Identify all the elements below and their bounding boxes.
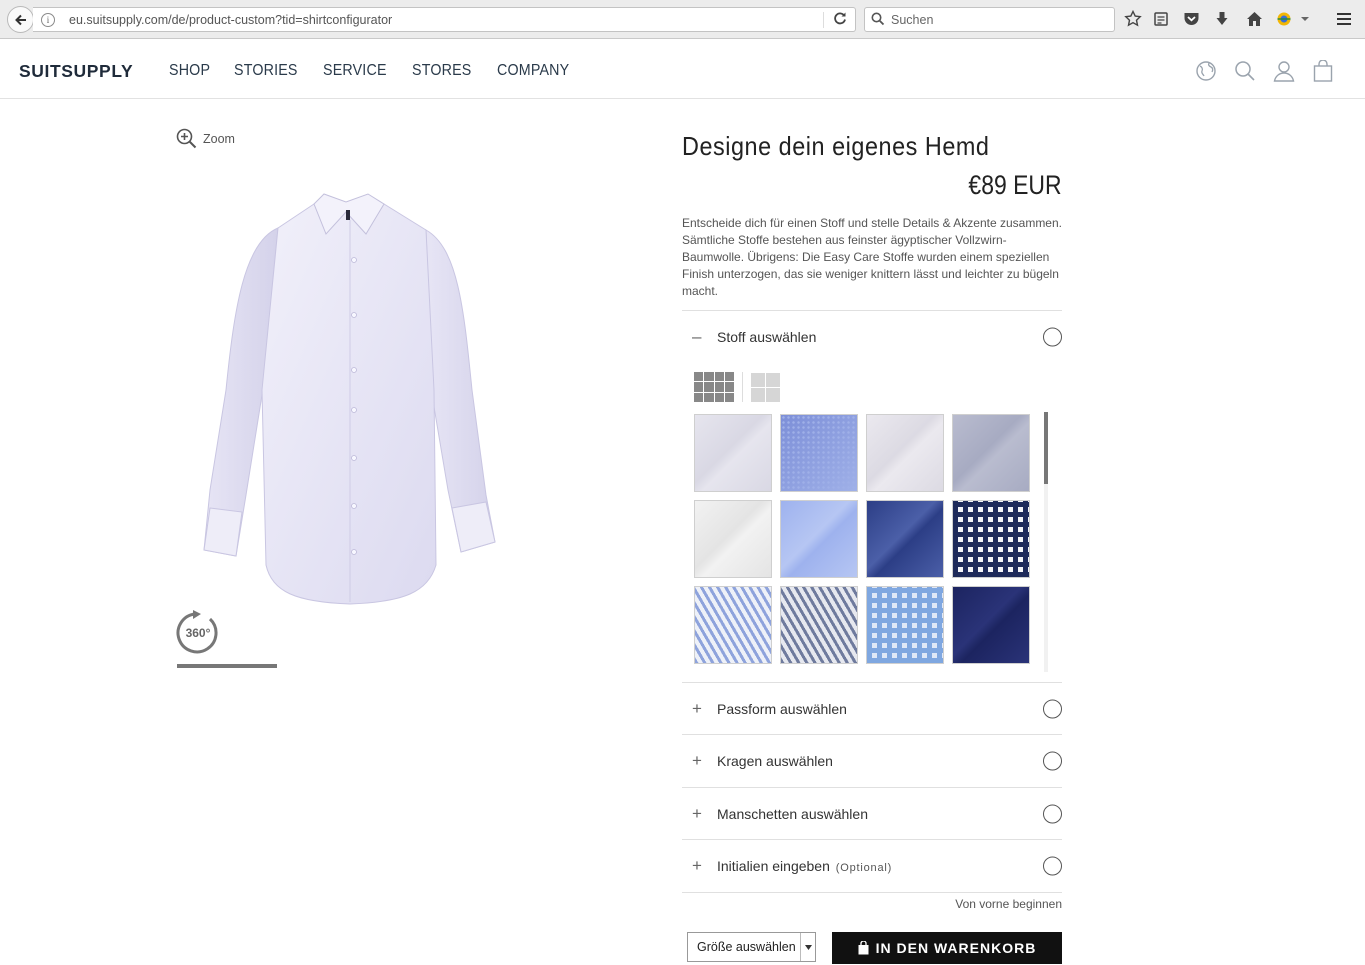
collapse-icon: – [692, 327, 702, 346]
product-price: €89 EUR [968, 170, 1062, 200]
fabric-swatch-white-lilac-twill[interactable] [866, 414, 944, 492]
fabric-swatch-light-blue-linen[interactable] [780, 500, 858, 578]
size-select-value: Größe auswählen [697, 940, 796, 954]
fabric-swatch-blue-dot[interactable] [780, 414, 858, 492]
accordion-cuffs[interactable]: + Manschetten auswählen [682, 788, 1062, 840]
accordion-label: Stoff auswählen [717, 329, 817, 345]
info-icon[interactable]: i [41, 13, 55, 27]
user-account-icon[interactable] [1273, 60, 1295, 82]
browser-search-input[interactable]: Suchen [864, 7, 1115, 32]
nav-item-shop[interactable]: SHOP [169, 62, 210, 80]
accordion-label: Passform auswählen [717, 701, 847, 717]
divider [682, 892, 1062, 893]
fabric-swatch-light-blue-check[interactable] [866, 586, 944, 664]
fabric-swatch-white-linen[interactable] [694, 500, 772, 578]
fabric-swatch-navy-melange[interactable] [866, 500, 944, 578]
search-icon[interactable] [1234, 60, 1256, 82]
add-to-cart-label: IN DEN WARENKORB [875, 940, 1037, 956]
fabric-swatch-lavender-grey[interactable] [952, 414, 1030, 492]
nav-item-company[interactable]: COMPANY [497, 62, 569, 80]
status-circle [1043, 699, 1062, 719]
scrollbar-thumb[interactable] [1044, 412, 1048, 484]
zoom-in-icon [176, 128, 197, 149]
status-circle [1043, 856, 1062, 876]
fabric-swatch-blue-stripe[interactable] [694, 586, 772, 664]
chevron-down-icon[interactable] [1298, 9, 1312, 29]
fabric-swatch-navy-gingham[interactable] [952, 500, 1030, 578]
extension-icon[interactable] [1274, 9, 1294, 29]
status-circle [1043, 804, 1062, 824]
chevron-down-icon [800, 933, 815, 961]
rotation-slider[interactable] [177, 664, 277, 668]
hamburger-menu-icon[interactable] [1334, 9, 1354, 29]
expand-icon: + [692, 856, 702, 875]
expand-icon: + [692, 699, 702, 718]
rotate-360-button[interactable]: 360° [175, 610, 221, 656]
nav-item-stores[interactable]: STORES [412, 62, 471, 80]
expand-icon: + [692, 751, 702, 770]
globe-icon[interactable] [1195, 60, 1217, 82]
accordion-fit[interactable]: + Passform auswählen [682, 683, 1062, 735]
accordion-initials[interactable]: + Initialien eingeben (Optional) [682, 840, 1062, 892]
status-circle [1043, 751, 1062, 771]
reload-icon[interactable] [833, 11, 847, 29]
divider [742, 372, 743, 402]
add-to-cart-button[interactable]: IN DEN WARENKORB [832, 932, 1062, 964]
shirt-preview-image[interactable] [196, 190, 504, 610]
search-placeholder: Suchen [891, 13, 934, 27]
nav-item-service[interactable]: SERVICE [323, 62, 387, 80]
fabric-scrollbar[interactable] [1044, 412, 1048, 672]
site-header: SUITSUPPLY SHOP STORIES SERVICE STORES C… [0, 40, 1365, 99]
restart-link[interactable]: Von vorne beginnen [955, 897, 1062, 911]
site-logo[interactable]: SUITSUPPLY [19, 61, 133, 82]
fabric-swatch-navy-solid[interactable] [952, 586, 1030, 664]
pocket-icon[interactable] [1181, 9, 1201, 29]
address-bar[interactable]: i eu.suitsupply.com/de/product-custom?ti… [33, 7, 856, 32]
arrow-left-icon [14, 14, 26, 25]
reading-list-icon[interactable] [1151, 9, 1171, 29]
zoom-button[interactable]: Zoom [176, 128, 235, 149]
zoom-label: Zoom [203, 131, 235, 146]
accordion-label: Manschetten auswählen [717, 806, 868, 822]
status-circle [1043, 327, 1062, 347]
grid-view-small-icon[interactable] [751, 373, 780, 402]
accordion-label: Initialien eingeben (Optional) [717, 858, 892, 874]
search-icon [871, 12, 885, 31]
download-icon[interactable] [1212, 9, 1232, 29]
fabric-swatch-light-lavender-twill[interactable] [694, 414, 772, 492]
accordion-label: Kragen auswählen [717, 753, 833, 769]
optional-tag: (Optional) [835, 862, 893, 874]
shopping-bag-icon [858, 941, 869, 955]
size-select[interactable]: Größe auswählen [687, 932, 816, 962]
page-title: Designe dein eigenes Hemd [682, 131, 990, 161]
browser-toolbar: i eu.suitsupply.com/de/product-custom?ti… [0, 0, 1365, 39]
accordion-fabric[interactable]: – Stoff auswählen [682, 311, 1062, 363]
divider [823, 12, 824, 28]
accordion-collar[interactable]: + Kragen auswählen [682, 735, 1062, 787]
fabric-swatch-grey-blue-stripe[interactable] [780, 586, 858, 664]
grid-view-large-icon[interactable] [694, 372, 734, 402]
fabric-grid [694, 414, 1032, 670]
main-nav: SHOP STORIES SERVICE STORES COMPANY [169, 62, 575, 80]
rotate-360-label: 360° [186, 626, 211, 640]
url-text: eu.suitsupply.com/de/product-custom?tid=… [69, 13, 393, 27]
nav-item-stories[interactable]: STORIES [234, 62, 298, 80]
product-description: Entscheide dich für einen Stoff und stel… [682, 216, 1062, 298]
back-button[interactable] [7, 6, 34, 33]
home-icon[interactable] [1244, 9, 1264, 29]
bookmark-star-icon[interactable] [1123, 9, 1143, 29]
shopping-bag-icon[interactable] [1312, 59, 1334, 82]
expand-icon: + [692, 804, 702, 823]
accordion-label-text: Initialien eingeben [717, 858, 830, 874]
